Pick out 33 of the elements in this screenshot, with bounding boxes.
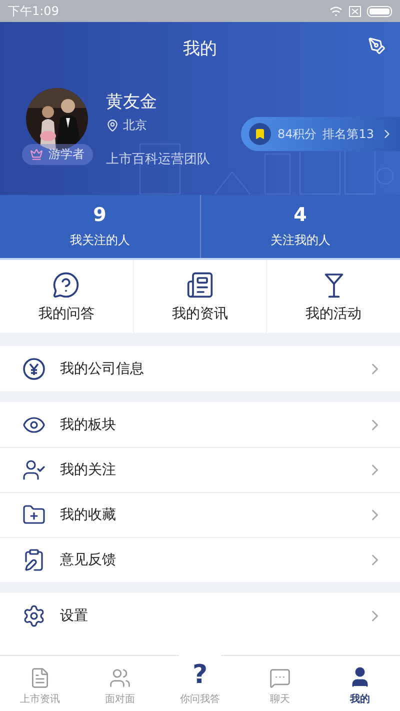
location-pin-icon [106,119,119,132]
stat-count[interactable]: 9 [93,204,106,226]
clipboard-icon [22,548,46,572]
yen-icon [22,356,46,380]
document-icon [29,667,51,689]
status-time: 下午1:09 [8,2,59,20]
tab[interactable]: ? 你问我答 [160,656,240,711]
question-icon: ? [192,661,208,689]
user-name: 黄友金 [106,91,158,113]
battery-icon [367,6,392,16]
points-button[interactable]: 84积分 排名第13 [241,117,400,151]
level-badge: 游学者 [22,144,92,165]
shortcut-button[interactable]: 我的活动 [266,260,400,333]
stat-label[interactable]: 关注我的人 [270,232,330,249]
stat-count[interactable]: 4 [294,204,307,226]
chat-icon [269,667,291,689]
stat-label[interactable]: 我关注的人 [70,232,130,249]
page-title: 我的 [183,38,217,60]
shortcut-button[interactable]: 我的资讯 [132,260,266,333]
edit-button[interactable] [366,35,388,57]
shortcut-button[interactable]: 我的问答 [0,260,133,333]
question-chat-icon [52,270,80,298]
newspaper-icon [186,270,214,298]
user-check-icon [22,458,46,482]
wifi-icon [329,6,343,16]
bookmark-icon [249,123,272,145]
folder-plus-icon [22,503,46,527]
sim-icon [349,6,361,16]
location: 北京 [123,117,147,134]
users-icon [109,667,131,689]
settings-icon [22,604,46,628]
tab[interactable]: 我的 [320,656,400,711]
team-name: 上市百科运营团队 [106,151,210,168]
